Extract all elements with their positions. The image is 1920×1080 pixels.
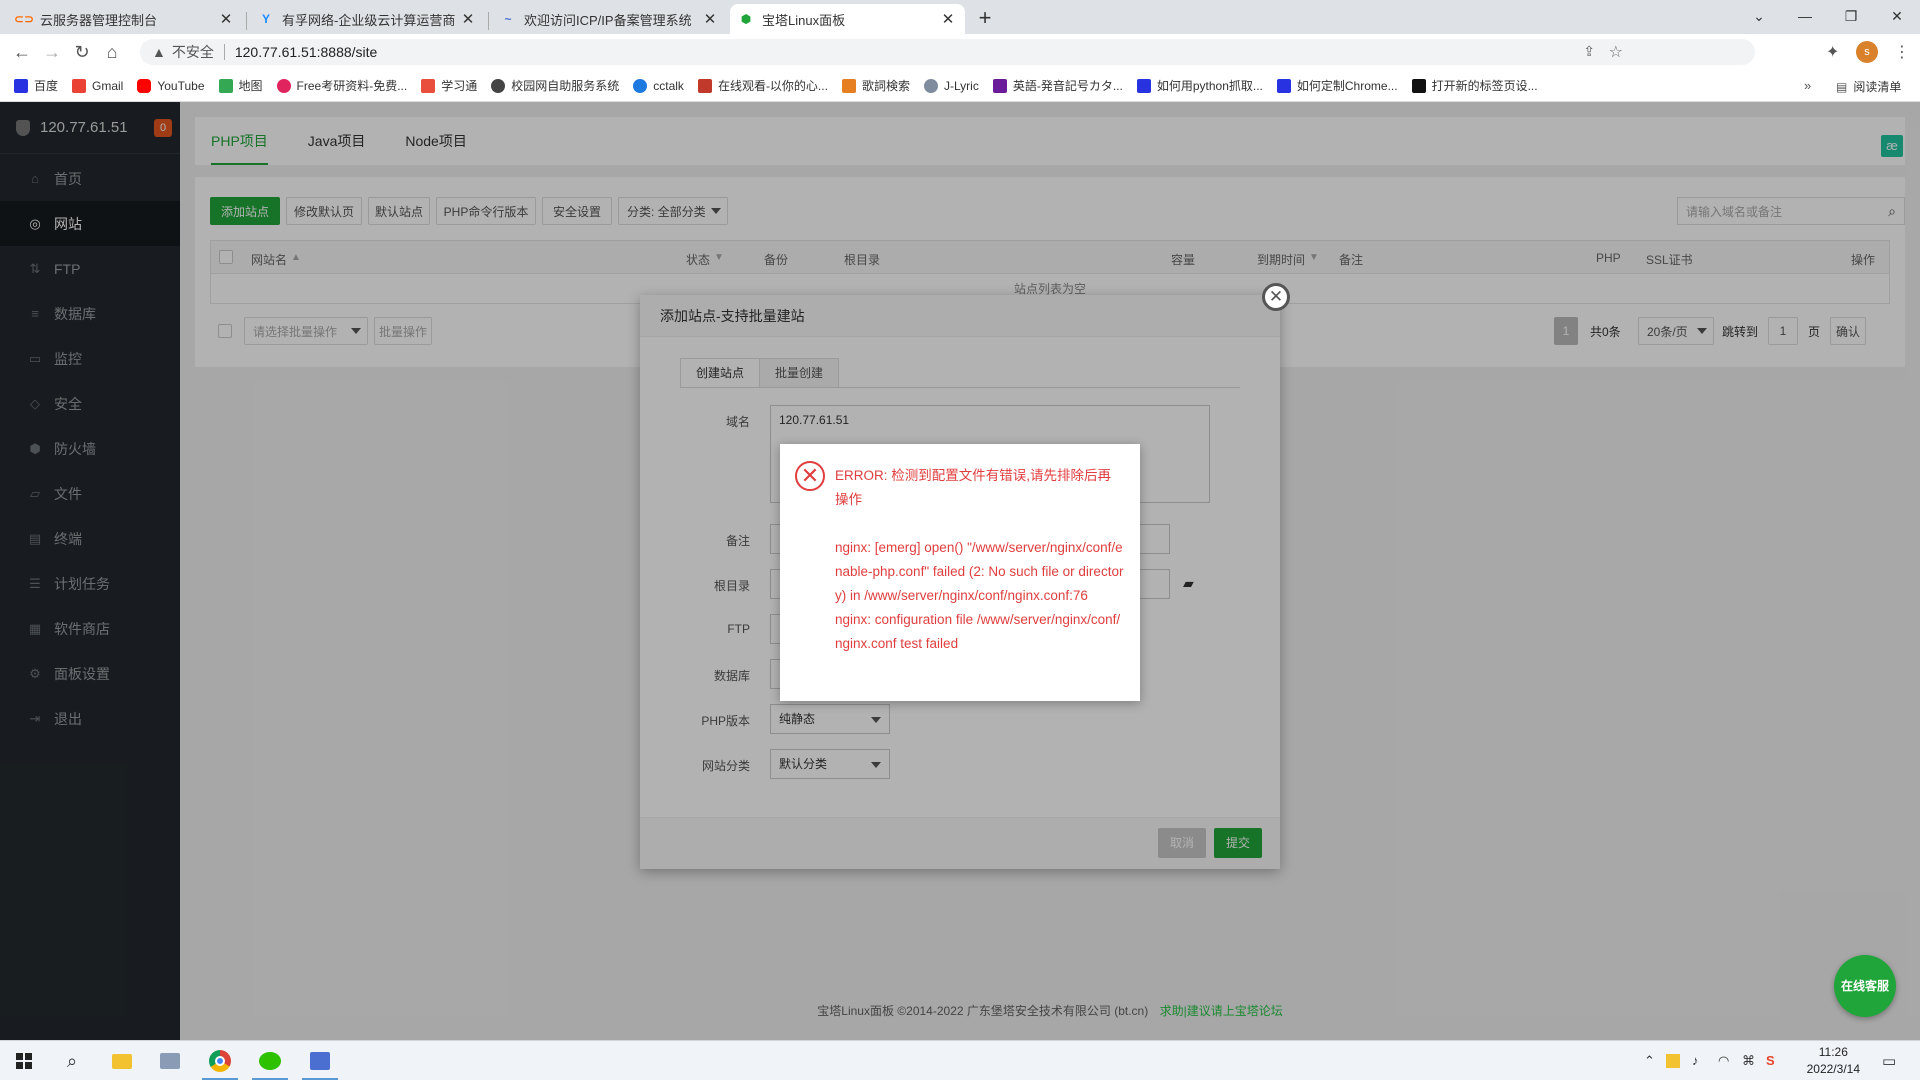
error-message-box: ✕ ERROR: 检测到配置文件有错误,请先排除后再操作 nginx: [eme…: [780, 444, 1140, 701]
tab-close-icon[interactable]: ✕: [459, 10, 477, 28]
tab-title: 欢迎访问ICP/IP备案管理系统: [524, 12, 692, 28]
taskbar: ⌕ ⌃ ♪ ◠ ⌘ S 11:26 2022/3/14 ▭: [0, 1040, 1920, 1080]
wechat-icon[interactable]: [246, 1041, 294, 1080]
bookmark-item[interactable]: 在线观看-以你的心...: [697, 77, 828, 94]
maps-icon: [218, 78, 233, 93]
error-x-icon: ✕: [795, 461, 825, 491]
error-detail-line: nginx: [emerg] open() "/www/server/nginx…: [835, 540, 1124, 603]
wifi-icon[interactable]: ◠: [1718, 1053, 1729, 1069]
copyright-text: 宝塔Linux面板 ©2014-2022 广东堡塔安全技术有限公司 (bt.cn…: [817, 1004, 1149, 1018]
xuexitong-icon: [421, 78, 436, 93]
online-support-button[interactable]: 在线客服: [1834, 955, 1896, 1017]
tab-favicon-icon: Y: [261, 12, 270, 26]
video-site-icon: [697, 78, 712, 93]
more-bookmarks-icon[interactable]: »: [1804, 78, 1811, 93]
new-tab-button[interactable]: +: [970, 4, 1000, 32]
tab-close-icon[interactable]: ✕: [217, 10, 235, 28]
forum-link[interactable]: 求助|建议请上宝塔论坛: [1160, 1004, 1283, 1018]
gmail-icon: [72, 78, 87, 93]
bookmark-item[interactable]: YouTube: [137, 78, 205, 93]
back-icon[interactable]: ←: [8, 38, 36, 66]
lyrics-icon: [841, 78, 856, 93]
bookmark-item[interactable]: 地图: [218, 77, 263, 94]
notification-icon[interactable]: ▭: [1882, 1052, 1896, 1070]
browser-tab[interactable]: ~ 欢迎访问ICP/IP备案管理系统 ✕: [492, 4, 727, 34]
clock-date: 2022/3/14: [1806, 1062, 1860, 1076]
baidu-icon: [1276, 78, 1291, 93]
tab-title: 云服务器管理控制台: [40, 12, 158, 28]
tab-title: 宝塔Linux面板: [762, 12, 846, 28]
computer-app-icon[interactable]: [146, 1041, 194, 1080]
globe-icon: [491, 78, 506, 93]
bookmark-item[interactable]: Gmail: [72, 78, 123, 93]
security-label: 不安全: [171, 44, 214, 60]
cctalk-icon: [633, 78, 648, 93]
baidu-icon: [1136, 78, 1151, 93]
url-text: 120.77.61.51:8888/site: [234, 44, 378, 60]
browser-tab[interactable]: Y 有孚网络-企业级云计算运营商 ✕: [250, 4, 485, 34]
share-icon[interactable]: ⇪: [1583, 43, 1595, 60]
bookmark-item[interactable]: 学习通: [421, 77, 477, 94]
clock-time: 11:26: [1818, 1045, 1848, 1059]
browser-tab[interactable]: ⊂⊃ 云服务器管理控制台 ✕: [8, 4, 243, 34]
chrome-icon[interactable]: [196, 1041, 244, 1080]
error-detail-line: nginx: configuration file /www/server/ng…: [835, 612, 1121, 651]
bookmark-item[interactable]: 校园网自助服务系统: [491, 77, 619, 94]
error-heading: ERROR: 检测到配置文件有错误,请先排除后再操作: [835, 468, 1112, 507]
windows-start-icon[interactable]: [0, 1041, 48, 1080]
bookmark-item[interactable]: 打开新的标签页设...: [1411, 77, 1538, 94]
tab-favicon-icon: ⊂⊃: [13, 12, 35, 26]
file-explorer-icon[interactable]: [98, 1041, 146, 1080]
bookmark-item[interactable]: 英語-発音記号カタ...: [992, 77, 1123, 94]
search-icon[interactable]: ⌕: [48, 1041, 96, 1080]
bookmark-item[interactable]: cctalk: [633, 78, 684, 93]
reading-list-button[interactable]: ▤ 阅读清单: [1836, 78, 1901, 95]
tray-chevron-up-icon[interactable]: ⌃: [1644, 1053, 1655, 1069]
newtab-icon: [1411, 78, 1426, 93]
tray-app-icon[interactable]: [1666, 1054, 1680, 1068]
tab-favicon-icon: ~: [504, 12, 512, 26]
browser-tab-active[interactable]: ⬢ 宝塔Linux面板 ✕: [730, 4, 965, 34]
baidu-icon: [14, 78, 28, 93]
page-footer: 宝塔Linux面板 ©2014-2022 广东堡塔安全技术有限公司 (bt.cn…: [180, 1002, 1920, 1019]
system-clock[interactable]: 11:26 2022/3/14: [1807, 1044, 1860, 1078]
bookmark-item[interactable]: 歌詞検索: [841, 77, 910, 94]
reload-icon[interactable]: ↻: [68, 38, 96, 66]
tab-favicon-icon: ⬢: [740, 12, 752, 26]
pronunciation-icon: [992, 78, 1007, 93]
close-window-button[interactable]: ✕: [1874, 0, 1920, 32]
home-icon[interactable]: ⌂: [98, 38, 126, 66]
error-text: ERROR: 检测到配置文件有错误,请先排除后再操作 nginx: [emerg…: [835, 464, 1125, 656]
minimize-button[interactable]: —: [1782, 0, 1828, 32]
tab-close-icon[interactable]: ✕: [701, 10, 719, 28]
bookmark-item[interactable]: 百度: [14, 77, 58, 94]
profile-avatar[interactable]: s: [1856, 41, 1878, 63]
bookmark-item[interactable]: 如何用python抓取...: [1136, 77, 1263, 94]
tab-search-icon[interactable]: ⌄: [1736, 0, 1782, 32]
jlyric-icon: [923, 78, 938, 93]
warning-icon: ▲: [152, 44, 166, 60]
ime-icon[interactable]: ⌘: [1742, 1053, 1755, 1069]
menu-kebab-icon[interactable]: ⋮: [1894, 42, 1910, 62]
volume-icon[interactable]: ♪: [1692, 1053, 1699, 1068]
bookmark-item[interactable]: 如何定制Chrome...: [1276, 77, 1398, 94]
network-app-icon[interactable]: [296, 1041, 344, 1080]
bookmark-star-icon[interactable]: ☆: [1609, 42, 1623, 62]
bookmarks-bar: 百度 Gmail YouTube 地图 Free考研资料-免费... 学习通 校…: [0, 70, 1920, 102]
heart-icon: [276, 78, 291, 93]
close-dialog-button[interactable]: ✕: [1262, 283, 1290, 311]
forward-icon[interactable]: →: [38, 38, 66, 66]
extensions-icon[interactable]: ✦: [1826, 42, 1839, 62]
maximize-button[interactable]: ❐: [1828, 0, 1874, 32]
youtube-icon: [137, 78, 152, 93]
browser-tab-bar: ⊂⊃ 云服务器管理控制台 ✕ Y 有孚网络-企业级云计算运营商 ✕ ~ 欢迎访问…: [0, 0, 1920, 34]
tab-close-icon[interactable]: ✕: [939, 10, 957, 28]
reading-list-icon: ▤: [1836, 79, 1848, 94]
address-bar[interactable]: ▲ 不安全 120.77.61.51:8888/site ⇪ ☆: [140, 39, 1755, 65]
bookmark-item[interactable]: Free考研资料-免费...: [276, 77, 407, 94]
tab-title: 有孚网络-企业级云计算运营商: [282, 12, 456, 28]
bookmark-item[interactable]: J-Lyric: [923, 78, 979, 93]
sogou-input-icon[interactable]: S: [1766, 1053, 1775, 1068]
